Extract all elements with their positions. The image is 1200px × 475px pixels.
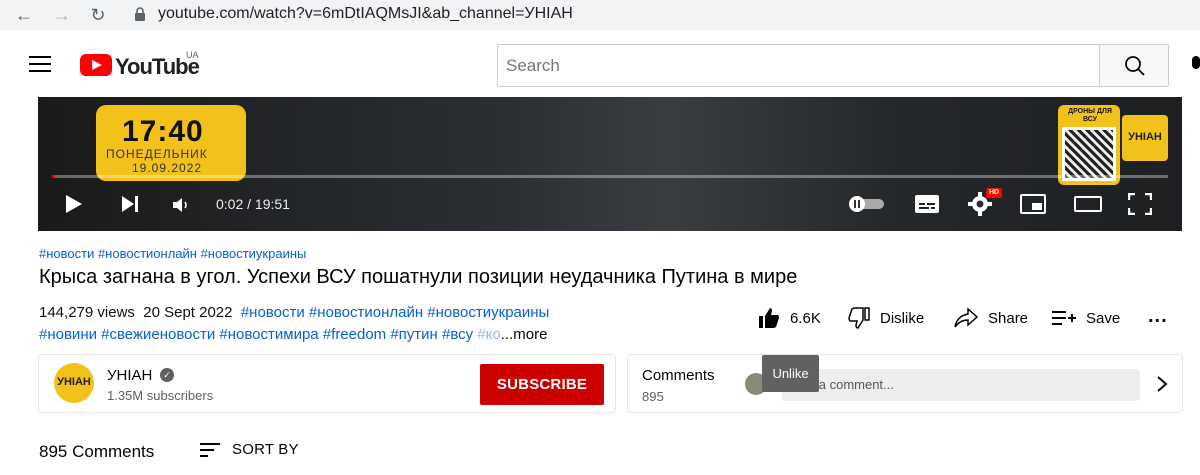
thumbs-up-icon bbox=[759, 308, 779, 328]
channel-name[interactable]: УНІАН bbox=[107, 367, 152, 384]
next-icon[interactable] bbox=[120, 195, 140, 213]
save-button[interactable]: Save bbox=[1052, 306, 1120, 330]
save-label: Save bbox=[1086, 309, 1121, 327]
avatar-text: УНІАН bbox=[57, 376, 91, 388]
play-icon[interactable] bbox=[66, 195, 82, 213]
share-button[interactable]: Share bbox=[954, 306, 1028, 330]
progress-fill bbox=[52, 175, 56, 178]
back-arrow-icon[interactable]: ← bbox=[12, 3, 36, 27]
view-count: 144,279 views bbox=[39, 304, 135, 321]
description-hashtags[interactable]: #новости #новостионлайн #новостиукраины bbox=[241, 304, 550, 321]
show-more-link[interactable]: ...more bbox=[501, 326, 548, 343]
subscriber-count: 1.35M subscribers bbox=[107, 388, 214, 403]
video-hashtags[interactable]: #новости #новостионлайн #новостиукраины bbox=[39, 246, 306, 261]
overlay-date: 19.09.2022 bbox=[132, 161, 203, 175]
sort-icon[interactable] bbox=[200, 442, 220, 458]
progress-bar[interactable] bbox=[52, 175, 1168, 178]
like-count: 6.6K bbox=[790, 309, 821, 327]
comments-total: 895 Comments bbox=[39, 442, 155, 461]
time-display: 0:02 / 19:51 bbox=[216, 196, 290, 212]
reload-icon[interactable]: ↻ bbox=[86, 3, 110, 27]
autoplay-toggle[interactable] bbox=[848, 195, 886, 213]
overlay-day: ПОНЕДЕЛЬНИК bbox=[106, 147, 208, 161]
masthead: YouTube UA bbox=[0, 30, 1200, 97]
tooltip: Unlike bbox=[762, 355, 819, 392]
video-meta: 144,279 views 20 Sept 2022 #новости #нов… bbox=[39, 304, 549, 321]
comments-label: Comments bbox=[642, 367, 715, 384]
subscribe-button[interactable]: SUBSCRIBE bbox=[480, 364, 604, 405]
dislike-button[interactable]: Dislike bbox=[848, 306, 924, 330]
like-button[interactable]: 6.6K bbox=[758, 306, 821, 330]
channel-card: УНІАН УНІАН ✓ 1.35M subscribers SUBSCRIB… bbox=[38, 354, 616, 413]
comments-count: 895 bbox=[642, 389, 664, 404]
description-hashtags-2[interactable]: #новини #свежиеновости #новостимира #fre… bbox=[39, 326, 473, 343]
lock-icon bbox=[135, 7, 145, 21]
volume-icon[interactable] bbox=[172, 197, 190, 213]
search-icon bbox=[1125, 56, 1145, 76]
microphone-icon[interactable] bbox=[1190, 56, 1200, 76]
fullscreen-icon[interactable] bbox=[1128, 193, 1152, 215]
chevron-right-icon[interactable] bbox=[1156, 375, 1168, 393]
miniplayer-icon[interactable] bbox=[1020, 194, 1046, 214]
description-tags: #новини #свежиеновости #новостимира #fre… bbox=[39, 326, 547, 343]
comments-card[interactable]: Comments 895 Add a comment... bbox=[627, 354, 1183, 413]
dislike-label: Dislike bbox=[880, 309, 925, 327]
qr-title: ДРОНЫ ДЛЯ ВСУ bbox=[1068, 108, 1112, 123]
hamburger-menu-icon[interactable] bbox=[29, 56, 51, 72]
url-text[interactable]: youtube.com/watch?v=6mDtIAQMsJI&ab_chann… bbox=[158, 5, 573, 23]
country-code: UA bbox=[186, 50, 199, 60]
browser-toolbar: ← → ↻ youtube.com/watch?v=6mDtIAQMsJI&ab… bbox=[0, 0, 1200, 30]
youtube-logo-icon[interactable] bbox=[80, 54, 112, 76]
search-button[interactable] bbox=[1099, 44, 1169, 87]
hd-badge: HD bbox=[986, 188, 1002, 198]
share-label: Share bbox=[988, 309, 1029, 327]
thumbs-down-icon bbox=[848, 307, 870, 329]
upload-date: 20 Sept 2022 bbox=[143, 304, 233, 321]
forward-arrow-icon[interactable]: → bbox=[50, 3, 74, 27]
search-box bbox=[497, 44, 1099, 87]
comment-input[interactable]: Add a comment... bbox=[782, 369, 1140, 401]
theater-mode-icon[interactable] bbox=[1074, 196, 1102, 212]
video-title: Крыса загнана в угол. Успехи ВСУ пошатну… bbox=[39, 266, 798, 288]
channel-watermark-text: УНІАН bbox=[1128, 131, 1162, 143]
description-hashtags-faded: #ко bbox=[477, 326, 501, 343]
qr-code-icon bbox=[1062, 127, 1116, 181]
share-icon bbox=[954, 307, 978, 328]
video-player[interactable]: 17:40 ПОНЕДЕЛЬНИК 19.09.2022 ДРОНЫ ДЛЯ В… bbox=[38, 97, 1182, 231]
sort-by-button[interactable]: SORT BY bbox=[232, 441, 299, 458]
more-actions-icon[interactable]: ... bbox=[1148, 305, 1168, 328]
overlay-clock: 17:40 bbox=[122, 115, 204, 148]
search-input[interactable] bbox=[506, 45, 1086, 86]
add-to-playlist-icon bbox=[1052, 311, 1076, 325]
verified-icon: ✓ bbox=[160, 368, 174, 382]
subtitles-icon[interactable] bbox=[914, 194, 940, 214]
